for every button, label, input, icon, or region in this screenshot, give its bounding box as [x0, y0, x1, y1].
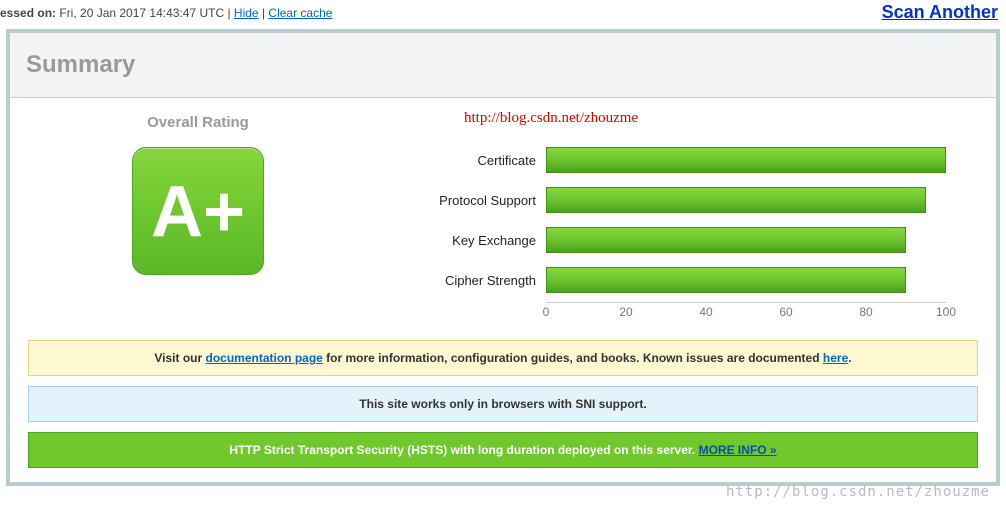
rating-title: Overall Rating [28, 114, 368, 131]
chart-tick: 20 [619, 305, 632, 319]
chart-row: Certificate [402, 140, 978, 180]
chart-label: Protocol Support [402, 193, 546, 208]
chart-track [546, 227, 946, 253]
grade-badge: A+ [132, 147, 264, 275]
watermark-text: http://blog.csdn.net/zhouzme [464, 110, 638, 127]
assessed-value: Fri, 20 Jan 2017 14:43:47 UTC [59, 6, 224, 20]
chart-bar [546, 147, 946, 173]
summary-panel: Summary Overall Rating A+ http://blog.cs… [6, 29, 1000, 486]
scan-another-link[interactable]: Scan Another [882, 2, 998, 23]
panel-title: Summary [10, 33, 996, 98]
chart-tick: 80 [859, 305, 872, 319]
chart-bar [546, 227, 906, 253]
chart-label: Cipher Strength [402, 273, 546, 288]
chart-tick: 40 [699, 305, 712, 319]
overall-rating-block: Overall Rating A+ [28, 110, 368, 275]
chart-track [546, 267, 946, 293]
hide-link[interactable]: Hide [234, 6, 259, 20]
known-issues-link[interactable]: here [823, 351, 848, 365]
chart-label: Key Exchange [402, 233, 546, 248]
chart-bar [546, 267, 906, 293]
chart-bar [546, 187, 926, 213]
assessed-on-line: essed on: Fri, 20 Jan 2017 14:43:47 UTC … [0, 6, 332, 20]
ratings-chart: http://blog.csdn.net/zhouzme Certificate… [402, 110, 978, 320]
chart-label: Certificate [402, 153, 546, 168]
chart-row: Cipher Strength [402, 260, 978, 300]
chart-row: Protocol Support [402, 180, 978, 220]
notice-documentation: Visit our documentation page for more in… [28, 340, 978, 376]
hsts-more-info-link[interactable]: MORE INFO » [699, 443, 777, 457]
chart-tick: 60 [779, 305, 792, 319]
clear-cache-link[interactable]: Clear cache [268, 6, 332, 20]
assessed-label: essed on: [0, 6, 56, 20]
documentation-link[interactable]: documentation page [206, 351, 323, 365]
chart-track [546, 187, 946, 213]
chart-row: Key Exchange [402, 220, 978, 260]
notice-hsts: HTTP Strict Transport Security (HSTS) wi… [28, 432, 978, 468]
chart-tick: 100 [936, 305, 956, 319]
notice-sni: This site works only in browsers with SN… [28, 386, 978, 422]
chart-tick: 0 [543, 305, 550, 319]
page-watermark: http://blog.csdn.net/zhouzme [726, 484, 990, 500]
chart-track [546, 147, 946, 173]
